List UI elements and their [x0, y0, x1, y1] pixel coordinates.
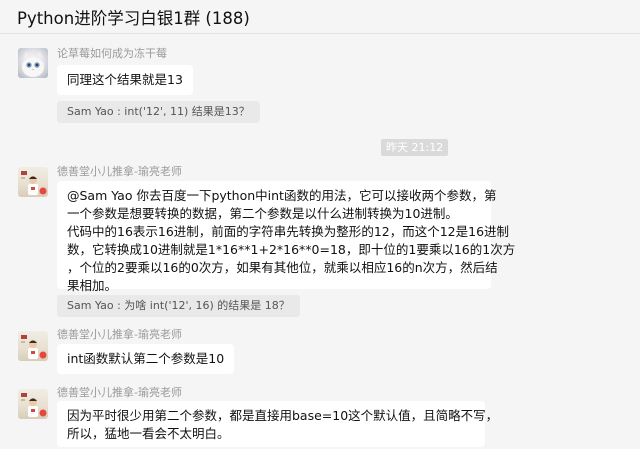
timestamp-badge: 昨天 21:12 — [381, 139, 449, 156]
sender-name: 论草莓如何成为冻干莓 — [57, 47, 167, 60]
message-text-line: 因为平时很少用第二个参数，都是直接用base=10这个默认值，且简略不写， — [67, 408, 499, 423]
sender-name: 德善堂小儿推拿-瑜亮老师 — [57, 328, 182, 341]
quoted-message[interactable]: Sam Yao : int('12', 11) 结果是13？ — [57, 101, 260, 123]
teacher-avatar-icon[interactable] — [18, 331, 48, 361]
message-bubble[interactable]: 同理这个结果就是13 — [57, 65, 193, 95]
message-text-line: 一个参数是想要转换的数据，第二个参数是以什么进制转换为10进制。 — [67, 206, 458, 221]
message-bubble[interactable]: int函数默认第二个参数是10 — [57, 344, 235, 374]
message-text-line: @Sam Yao 你去百度一下python中int函数的用法，它可以接收两个参数… — [67, 188, 497, 203]
sender-name: 德善堂小儿推拿-瑜亮老师 — [57, 386, 182, 399]
message-text-line: ，个位的2要乘以16的0次方，如果有其他位，就乘以相应16的n次方，然后结 — [67, 260, 498, 275]
sender-name: 德善堂小儿推拿-瑜亮老师 — [57, 165, 182, 178]
message-bubble[interactable]: @Sam Yao 你去百度一下python中int函数的用法，它可以接收两个参数… — [57, 181, 516, 293]
quoted-message[interactable]: Sam Yao : 为啥 int('12', 16) 的结果是 18？ — [57, 295, 300, 317]
message-text: int函数默认第二个参数是10 — [67, 351, 225, 366]
chat-title: Python进阶学习白银1群 (188) — [17, 9, 250, 28]
message-bubble[interactable]: 因为平时很少用第二个参数，都是直接用base=10这个默认值，且简略不写， 所以… — [57, 401, 499, 447]
cat-avatar-icon[interactable] — [18, 48, 48, 78]
message-text: 同理这个结果就是13 — [67, 72, 183, 87]
message-text-line: 所以，猛地一看会不太明白。 — [67, 426, 230, 441]
chat-header: Python进阶学习白银1群 (188) — [0, 0, 640, 34]
message-text-line: 代码中的16表示16进制，前面的字符串先转换为整形的12，而这个12是16进制 — [67, 224, 510, 239]
message-text-line: 数，它转换成10进制就是1*16**1+2*16**0=18，即十位的1要乘以1… — [67, 242, 516, 257]
teacher-avatar-icon[interactable] — [18, 167, 48, 197]
message-text-line: 果相加。 — [67, 278, 118, 293]
teacher-avatar-icon[interactable] — [18, 389, 48, 419]
